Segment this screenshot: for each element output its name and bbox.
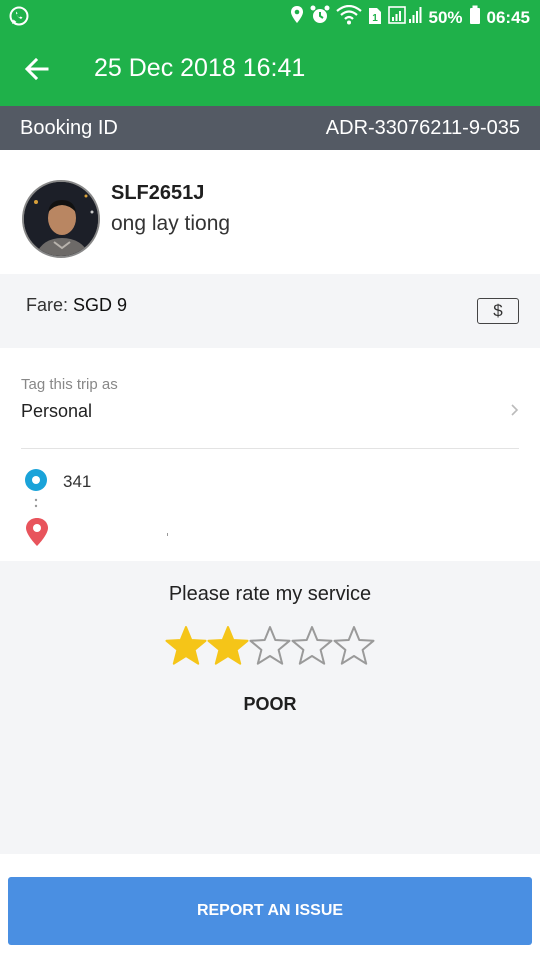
sim-icon: 1: [368, 5, 382, 30]
booking-id-bar: Booking ID ADR-33076211-9-035: [0, 106, 540, 150]
signal-icon: [388, 5, 422, 30]
driver-name: ong lay tiong: [111, 212, 231, 235]
dropoff-pin-icon: [25, 517, 49, 547]
report-issue-button[interactable]: REPORT AN ISSUE: [8, 877, 532, 945]
footer: REPORT AN ISSUE: [0, 854, 540, 960]
booking-id-label: Booking ID: [20, 117, 118, 139]
star-empty-icon[interactable]: [291, 625, 333, 667]
avatar: [22, 180, 100, 258]
rating-section: Please rate my service POOR: [0, 561, 540, 854]
battery-icon: [469, 5, 481, 30]
whatsapp-icon: [8, 5, 30, 32]
pickup-address: 341: [63, 472, 92, 491]
pickup-dot-icon: [25, 469, 47, 491]
location-icon: [290, 5, 304, 30]
fare-amount: SGD 9: [73, 295, 128, 315]
svg-text:1: 1: [373, 13, 379, 24]
driver-card: SLF2651J ong lay tiong: [0, 150, 540, 274]
star-filled-icon[interactable]: [207, 625, 249, 667]
tag-value: Personal: [21, 401, 93, 421]
route-connector: [34, 497, 38, 511]
star-rating[interactable]: [165, 625, 375, 669]
clock: 06:45: [486, 7, 530, 27]
star-filled-icon[interactable]: [165, 625, 207, 667]
booking-id-value: ADR-33076211-9-035: [325, 117, 520, 139]
battery-percent: 50%: [428, 7, 463, 27]
fare-row: Fare: SGD 9 $: [0, 274, 540, 348]
app-bar: 25 Dec 2018 16:41: [0, 32, 540, 106]
rating-verdict: POOR: [243, 694, 297, 714]
rating-prompt: Please rate my service: [168, 583, 372, 605]
tag-label: Tag this trip as: [21, 376, 118, 393]
alarm-icon: [310, 5, 330, 30]
route-section: 341: [0, 449, 540, 561]
arrow-left-icon[interactable]: [22, 54, 52, 84]
status-bar: 1 50% 06:45: [0, 0, 540, 32]
wifi-icon: [336, 4, 363, 30]
tag-trip-row[interactable]: Tag this trip as Personal: [0, 348, 540, 449]
vehicle-plate: SLF2651J: [111, 182, 205, 204]
cash-icon: $: [477, 298, 519, 324]
star-empty-icon[interactable]: [333, 625, 375, 667]
fare-text: Fare: SGD 9: [26, 295, 127, 316]
page-title: 25 Dec 2018 16:41: [94, 54, 306, 82]
star-empty-icon[interactable]: [249, 625, 291, 667]
dropoff-mark: [167, 533, 168, 536]
fare-label: Fare:: [26, 295, 69, 315]
chevron-right-icon: [510, 403, 520, 417]
